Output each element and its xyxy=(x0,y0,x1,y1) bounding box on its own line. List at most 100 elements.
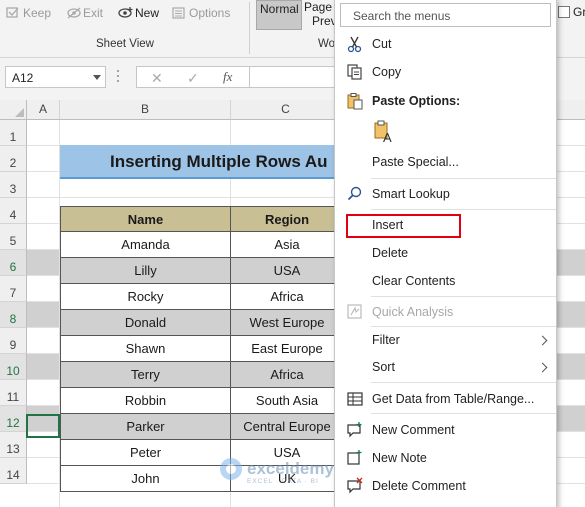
gridlines-checkbox[interactable] xyxy=(558,6,570,18)
enter-icon[interactable]: ✓ xyxy=(187,70,199,87)
table-icon xyxy=(346,390,364,408)
table-cell-name[interactable]: John xyxy=(60,466,231,492)
menu-separator xyxy=(371,209,556,210)
watermark-tagline: EXCEL · DATA · BI xyxy=(247,478,319,485)
chevron-down-icon[interactable] xyxy=(93,75,101,80)
formula-input[interactable] xyxy=(250,66,340,88)
table-cell-region[interactable]: West Europe xyxy=(230,310,344,336)
table-cell-name[interactable]: Rocky xyxy=(60,284,231,310)
menu-item-smart-lookup[interactable]: Smart Lookup xyxy=(335,182,556,206)
table-cell-name[interactable]: Terry xyxy=(60,362,231,388)
paste-option-default[interactable]: A xyxy=(335,119,556,147)
insert-highlight-box xyxy=(346,214,461,238)
table-cell-region[interactable]: Asia xyxy=(230,232,344,258)
exceldemy-logo-icon xyxy=(220,458,242,480)
row-header-12[interactable]: 12 xyxy=(0,406,27,432)
menu-separator xyxy=(371,178,556,179)
delete-comment-label: Delete Comment xyxy=(372,479,466,493)
menu-item-delete-comment[interactable]: Delete Comment xyxy=(335,474,556,498)
table-cell-region[interactable]: Africa xyxy=(230,284,344,310)
row-header-1[interactable]: 1 xyxy=(0,120,27,146)
menu-separator xyxy=(371,382,556,383)
menu-item-cut[interactable]: Cut xyxy=(335,32,556,56)
sort-label: Sort xyxy=(372,360,395,374)
drag-handle-icon[interactable] xyxy=(117,70,120,84)
row-header-8[interactable]: 8 xyxy=(0,302,27,328)
workbook-views-group-label: Wo xyxy=(318,38,336,50)
column-header-extra[interactable] xyxy=(557,100,585,120)
table-cell-name[interactable]: Peter xyxy=(60,440,231,466)
delete-label: Delete xyxy=(372,246,409,260)
copy-label: Copy xyxy=(372,65,402,79)
row-header-7[interactable]: 7 xyxy=(0,276,27,302)
options-icon xyxy=(172,7,186,19)
table-cell-name[interactable]: Lilly xyxy=(60,258,231,284)
paste-default-icon: A xyxy=(373,119,395,145)
ribbon-divider xyxy=(249,2,250,54)
delete-comment-icon xyxy=(346,477,364,495)
normal-view-button[interactable]: Normal xyxy=(256,0,302,30)
row-header-2[interactable]: 2 xyxy=(0,146,27,172)
menu-separator xyxy=(371,296,556,297)
menu-item-delete[interactable]: Delete xyxy=(335,241,556,265)
cancel-icon[interactable]: ✕ xyxy=(151,70,163,87)
smart-lookup-icon xyxy=(346,185,364,203)
table-cell-region[interactable]: USA xyxy=(230,258,344,284)
name-box[interactable]: A12 xyxy=(5,66,106,88)
exit-button[interactable]: Exit xyxy=(66,4,103,22)
menu-separator xyxy=(371,413,556,414)
selected-cell-a12[interactable] xyxy=(26,414,60,438)
keep-button[interactable]: Keep xyxy=(6,4,51,22)
menu-item-new-comment[interactable]: New Comment xyxy=(335,418,556,442)
row-header-3[interactable]: 3 xyxy=(0,172,27,198)
table-cell-name[interactable]: Donald xyxy=(60,310,231,336)
table-cell-name[interactable]: Amanda xyxy=(60,232,231,258)
quick-analysis-icon xyxy=(346,303,364,321)
menu-item-filter[interactable]: Filter xyxy=(335,328,556,352)
menu-item-sort[interactable]: Sort xyxy=(335,355,556,379)
chevron-right-icon xyxy=(537,335,548,345)
chevron-right-icon xyxy=(537,362,548,372)
menu-search-input[interactable]: Search the menus xyxy=(340,3,551,27)
exceldemy-watermark: exceldemy EXCEL · DATA · BI xyxy=(220,458,334,485)
clipboard-icon xyxy=(346,92,364,110)
table-cell-region[interactable]: East Europe xyxy=(230,336,344,362)
table-cell-name[interactable]: Robbin xyxy=(60,388,231,414)
gridlines-label: Gri xyxy=(573,5,585,19)
menu-item-paste-special[interactable]: Paste Special... xyxy=(335,150,556,174)
menu-item-new-note[interactable]: New Note xyxy=(335,446,556,470)
select-all-corner[interactable] xyxy=(0,100,27,120)
menu-item-clear-contents[interactable]: Clear Contents xyxy=(335,269,556,293)
sheet-title: Inserting Multiple Rows Au xyxy=(60,145,345,179)
row-header-9[interactable]: 9 xyxy=(0,328,27,354)
column-header-b[interactable]: B xyxy=(60,100,231,120)
paste-options-header: Paste Options: xyxy=(335,89,556,113)
menu-item-copy[interactable]: Copy xyxy=(335,60,556,84)
table-cell-region[interactable]: Africa xyxy=(230,362,344,388)
table-header-name: Name xyxy=(60,206,231,232)
svg-text:A: A xyxy=(383,130,392,145)
options-button[interactable]: Options xyxy=(172,4,230,22)
column-header-c[interactable]: C xyxy=(231,100,341,120)
row-header-10[interactable]: 10 xyxy=(0,354,27,380)
keep-icon xyxy=(6,7,20,19)
row-header-13[interactable]: 13 xyxy=(0,432,27,458)
table-cell-name[interactable]: Shawn xyxy=(60,336,231,362)
row-header-5[interactable]: 5 xyxy=(0,224,27,250)
table-cell-name[interactable]: Parker xyxy=(60,414,231,440)
new-view-button[interactable]: New xyxy=(118,4,159,22)
row-header-11[interactable]: 11 xyxy=(0,380,27,406)
paste-special-label: Paste Special... xyxy=(372,155,459,169)
new-label: New xyxy=(135,6,160,20)
row-header-6[interactable]: 6 xyxy=(0,250,27,276)
menu-item-quick-analysis: Quick Analysis xyxy=(335,300,556,324)
menu-item-get-data[interactable]: Get Data from Table/Range... xyxy=(335,387,556,411)
keep-label: Keep xyxy=(23,6,52,20)
column-header-a[interactable]: A xyxy=(27,100,60,120)
insert-function-icon[interactable]: fx xyxy=(223,69,232,85)
table-cell-region[interactable]: Central Europe xyxy=(230,414,344,440)
new-note-label: New Note xyxy=(372,451,427,465)
row-header-14[interactable]: 14 xyxy=(0,458,27,484)
table-cell-region[interactable]: South Asia xyxy=(230,388,344,414)
row-header-4[interactable]: 4 xyxy=(0,198,27,224)
